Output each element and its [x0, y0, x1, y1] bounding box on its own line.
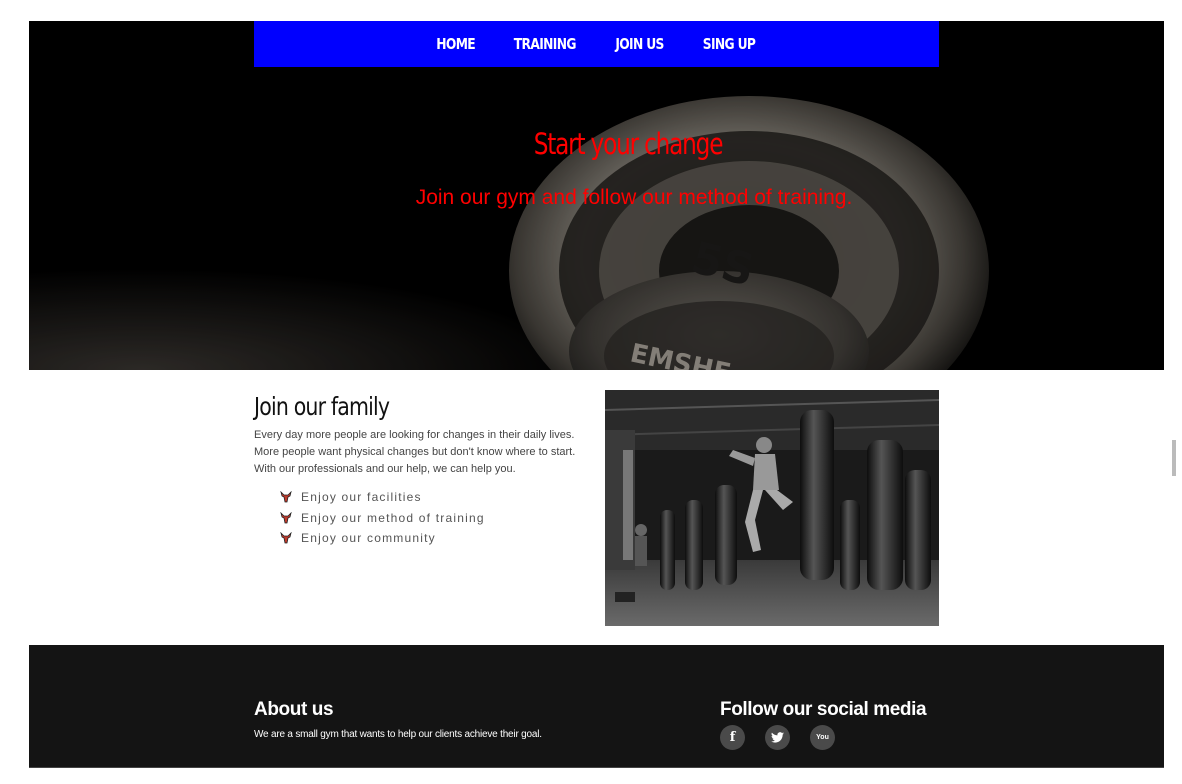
nav-sign-up[interactable]: SING UP — [703, 35, 756, 53]
list-item: Enjoy our community — [280, 528, 485, 549]
bull-icon — [280, 491, 292, 503]
benefits-list: Enjoy our facilities Enjoy our method of… — [280, 487, 485, 549]
about-title: About us — [254, 699, 334, 720]
join-family-section: Join our family Every day more people ar… — [29, 370, 1164, 645]
hero-banner: EMSHE 5S HOME TRAINING JOIN US SING UP S… — [29, 21, 1164, 370]
hero-title: Start your change — [533, 127, 724, 161]
twitter-icon[interactable] — [765, 725, 790, 750]
social-links: f You — [720, 725, 855, 750]
list-item-label: Enjoy our community — [301, 531, 436, 546]
list-item: Enjoy our method of training — [280, 508, 485, 529]
footer: About us We are a small gym that wants t… — [29, 645, 1164, 767]
bull-icon — [280, 511, 292, 524]
bull-icon — [280, 532, 292, 544]
boxing-gym-image — [605, 390, 939, 626]
about-text: We are a small gym that wants to help ou… — [254, 729, 542, 740]
divider — [29, 767, 1164, 768]
page: EMSHE 5S HOME TRAINING JOIN US SING UP S… — [29, 21, 1164, 784]
facebook-glyph: f — [729, 730, 736, 745]
hero-subtitle: Join our gym and follow our method of tr… — [415, 186, 853, 209]
section-title: Join our family — [254, 392, 390, 421]
nav-join-us[interactable]: JOIN US — [616, 35, 665, 53]
facebook-icon[interactable]: f — [720, 725, 745, 750]
youtube-glyph: You — [816, 734, 829, 741]
gym-photo — [605, 390, 939, 626]
nav-home[interactable]: HOME — [436, 35, 475, 53]
youtube-icon[interactable]: You — [810, 725, 835, 750]
list-item-label: Enjoy our method of training — [301, 510, 485, 525]
list-item-label: Enjoy our facilities — [301, 490, 422, 505]
list-item: Enjoy our facilities — [280, 487, 485, 508]
section-text: Every day more people are looking for ch… — [254, 429, 576, 475]
twitter-bird — [771, 732, 784, 743]
social-title: Follow our social media — [720, 699, 927, 720]
scrollbar-handle[interactable] — [1172, 440, 1176, 476]
nav-training[interactable]: TRAINING — [514, 35, 577, 53]
main-nav: HOME TRAINING JOIN US SING UP — [254, 21, 939, 67]
